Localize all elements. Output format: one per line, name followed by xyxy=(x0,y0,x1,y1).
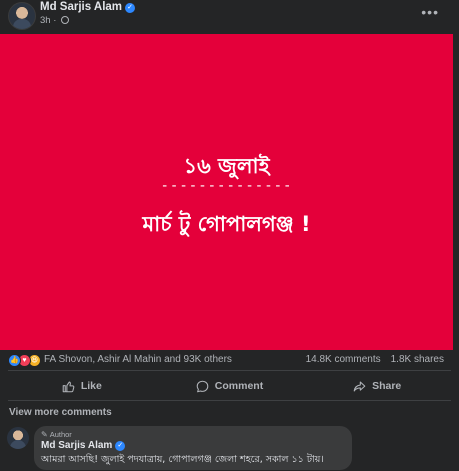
pen-icon: ✎ xyxy=(41,430,48,439)
like-button[interactable]: Like xyxy=(8,373,156,399)
avatar-shirt xyxy=(13,19,31,29)
image-dashes: -------------- xyxy=(160,178,293,194)
divider-top xyxy=(8,370,451,371)
facebook-post: Md Sarjis Alam ✓ 3h · ••• ১৬ জুলাই ------… xyxy=(0,0,459,471)
post-time[interactable]: 3h xyxy=(40,15,51,26)
image-headline-text: মার্চ টু গোপালগঞ্জ ! xyxy=(142,212,311,236)
comment-author-link[interactable]: Md Sarjis Alam ✓ xyxy=(41,440,126,451)
comment-author-avatar[interactable] xyxy=(7,427,29,449)
thumbs-up-icon xyxy=(62,381,75,392)
comment-verified-icon: ✓ xyxy=(115,441,126,451)
shares-count[interactable]: 1.8K shares xyxy=(391,354,444,365)
like-icon: 👍 xyxy=(8,354,21,367)
reactions-row: 👍 ♥ 😆 FA Shovon, Ashir Al Mahin and 93K … xyxy=(0,350,459,370)
comment-icon xyxy=(196,380,209,392)
author-badge: ✎ Author xyxy=(41,430,72,439)
comment-button[interactable]: Comment xyxy=(156,373,304,399)
engagement-counts: 14.8K comments 1.8K shares xyxy=(306,354,444,365)
post-header: Md Sarjis Alam ✓ 3h · ••• xyxy=(0,0,459,34)
more-horizontal-icon[interactable]: ••• xyxy=(421,4,439,20)
author-badge-label: Author xyxy=(49,430,72,439)
comment-bubble: ✎ Author Md Sarjis Alam ✓ আমরা আসছি! জুলাই… xyxy=(34,426,352,470)
comments-count[interactable]: 14.8K comments xyxy=(306,354,381,365)
view-more-comments-link[interactable]: View more comments xyxy=(9,407,112,418)
like-label: Like xyxy=(80,380,102,392)
post-meta: 3h · xyxy=(40,15,70,26)
verified-badge-icon: ✓ xyxy=(125,3,136,13)
globe-icon xyxy=(61,16,70,24)
comment-avatar-shirt xyxy=(10,440,26,449)
divider-bottom xyxy=(8,400,451,401)
share-button[interactable]: Share xyxy=(303,373,451,399)
post-actions: Like Comment Share xyxy=(8,373,451,399)
author-avatar[interactable] xyxy=(8,2,36,30)
share-icon xyxy=(353,381,366,391)
author-name[interactable]: Md Sarjis Alam xyxy=(40,1,122,13)
author-name-link[interactable]: Md Sarjis Alam ✓ xyxy=(40,1,136,13)
post-image[interactable]: ১৬ জুলাই -------------- মার্চ টু গোপালগঞ… xyxy=(0,34,453,350)
share-label: Share xyxy=(372,380,402,392)
comment-author-name[interactable]: Md Sarjis Alam xyxy=(41,440,112,451)
comment-text: আমরা আসছি! জুলাই পদযাত্রায়, গোপালগঞ্জ জ… xyxy=(41,454,324,465)
comment-label: Comment xyxy=(214,380,264,392)
reactors-text[interactable]: FA Shovon, Ashir Al Mahin and 93K others xyxy=(44,354,232,365)
